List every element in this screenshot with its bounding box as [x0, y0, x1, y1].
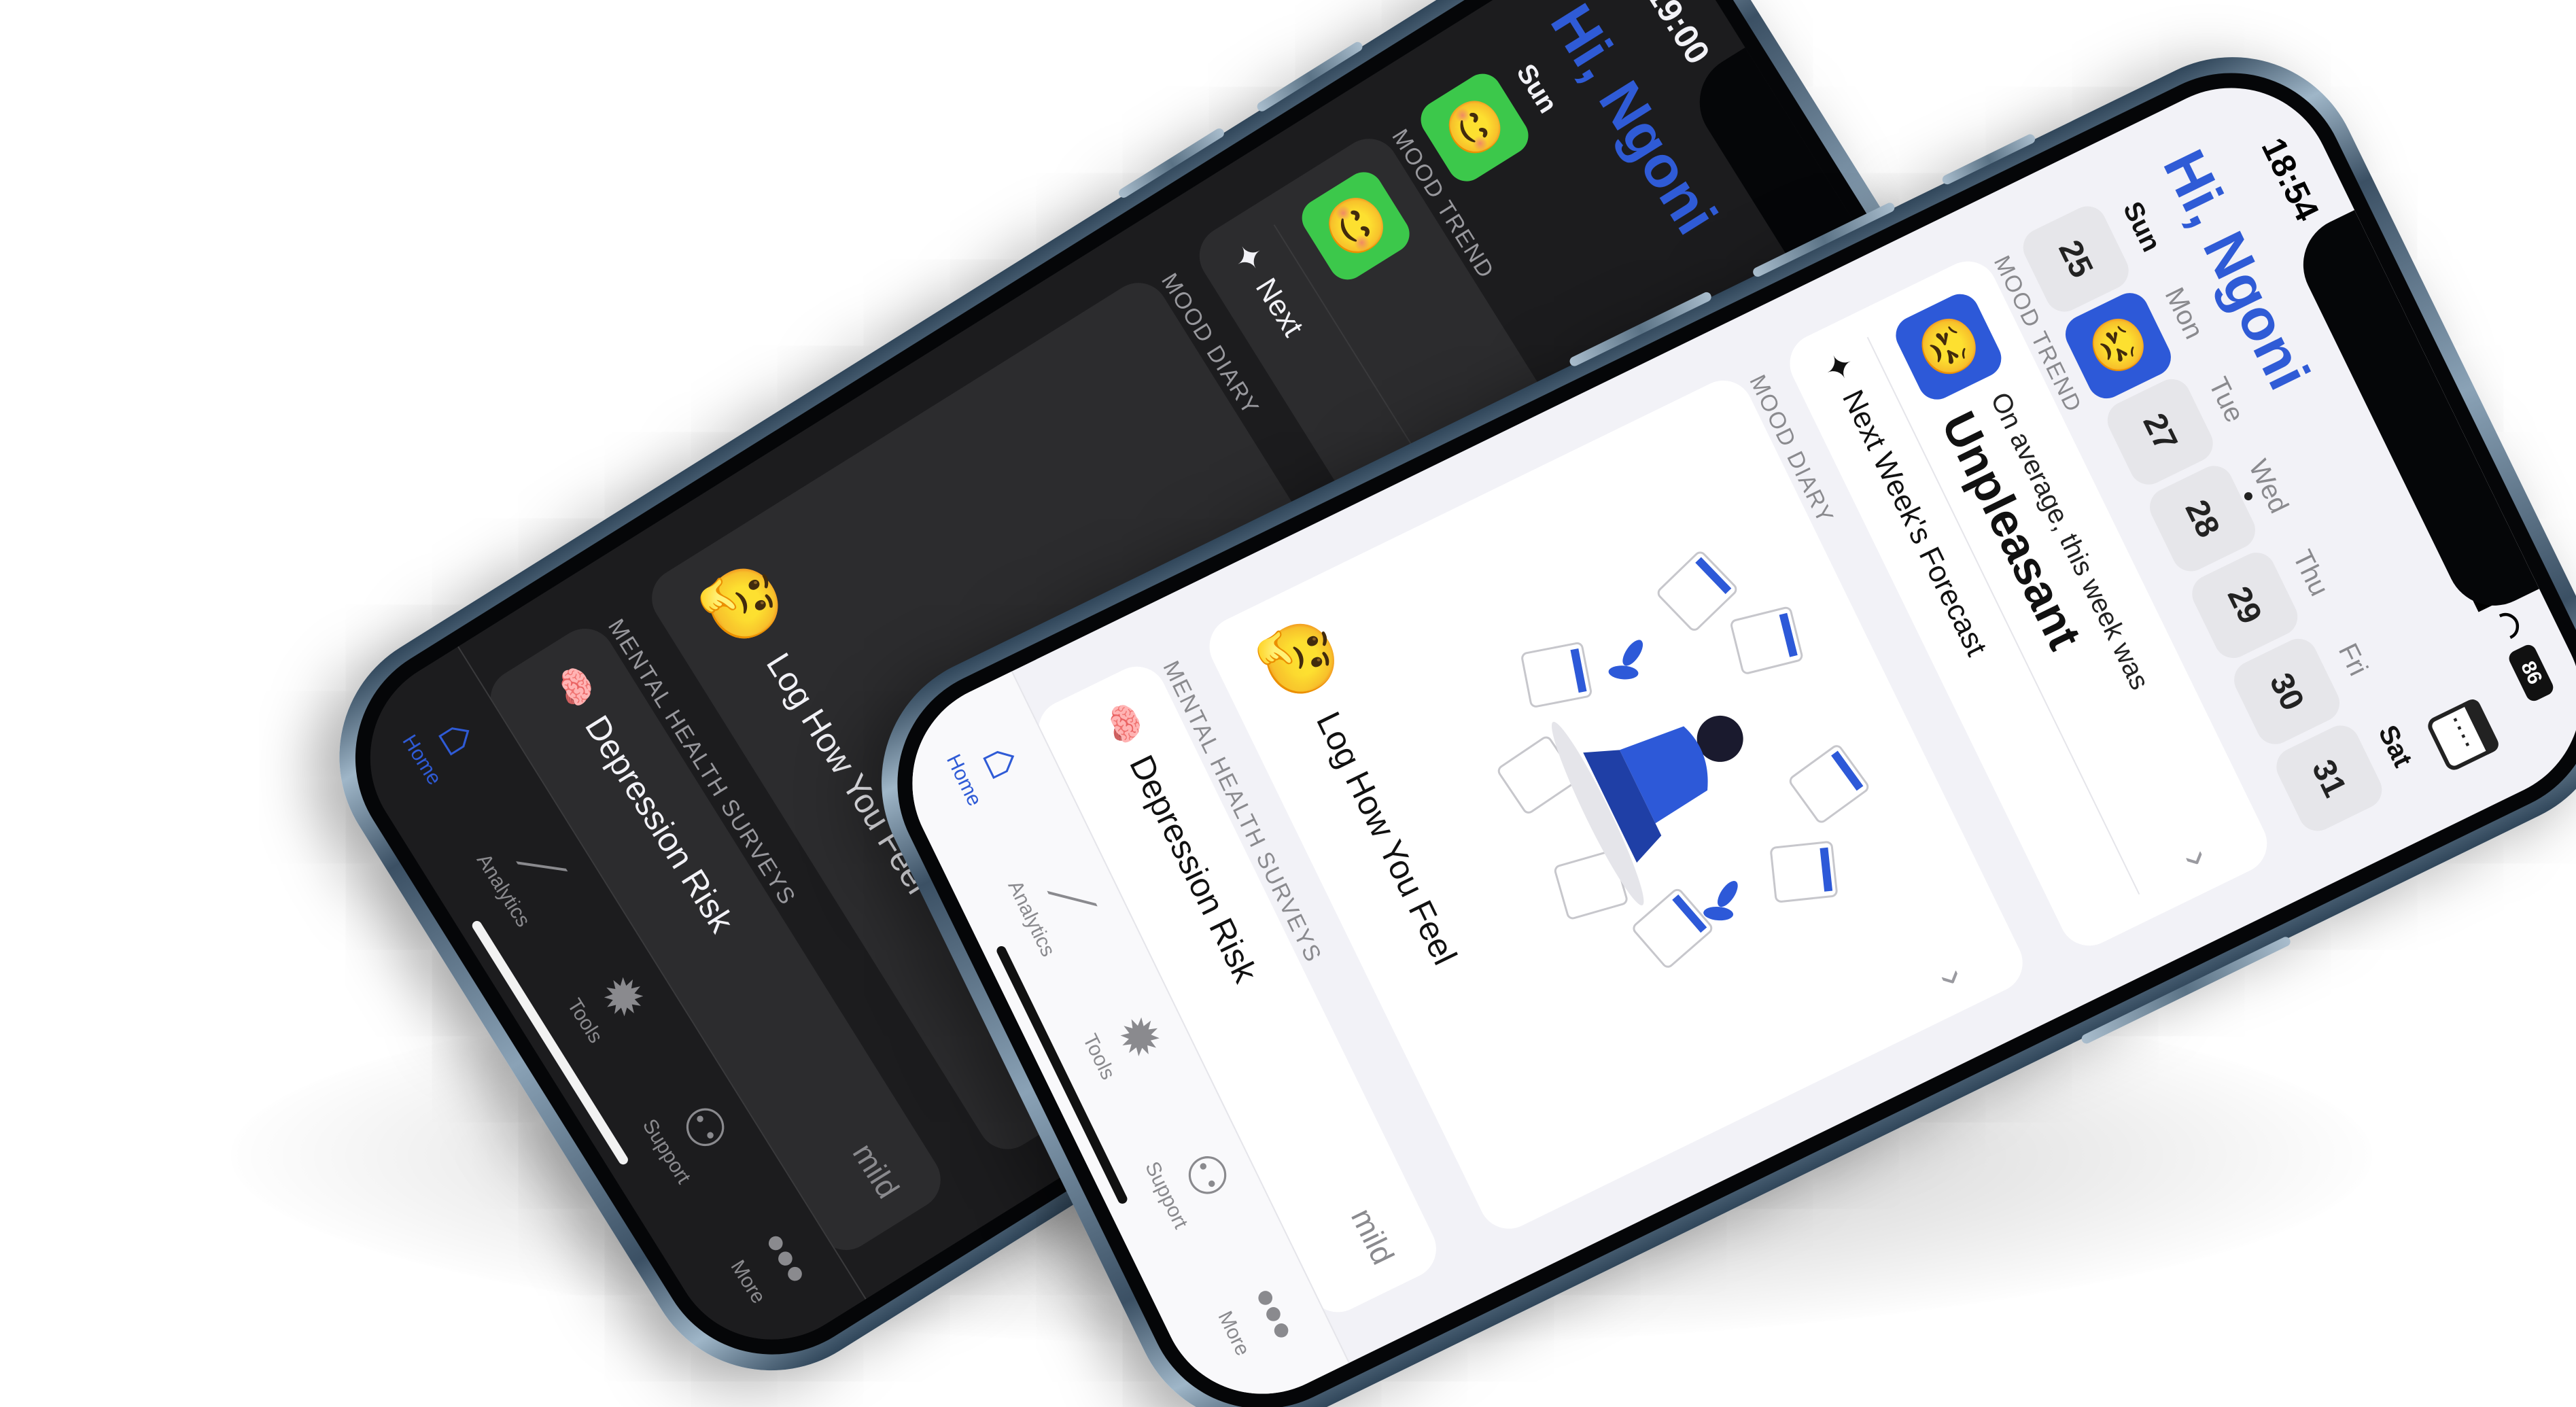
- mockup-stage: 19:00 ▂▄▆ ◠ 91 Hi, Ngoni Sun 😊 MOOD TREN…: [0, 0, 2576, 1407]
- sparkle-icon: ✦: [1224, 235, 1272, 280]
- brain-icon: 🧠: [547, 659, 602, 715]
- tab-analytics[interactable]: ⟋ Analytics: [994, 833, 1121, 979]
- tab-home[interactable]: ⌂ Home: [926, 695, 1054, 840]
- day-name: Wed: [2242, 455, 2295, 518]
- tools-icon: ✹: [1103, 1005, 1174, 1070]
- trend-emoji: 😣: [1889, 288, 2008, 406]
- wifi-icon: ◠: [2484, 604, 2532, 647]
- log-emoji: 🤔: [691, 551, 796, 659]
- tab-support[interactable]: ⚇ Support: [1129, 1110, 1256, 1255]
- analytics-icon: ⟋: [1037, 870, 1105, 928]
- home-icon: ⌂: [426, 708, 493, 765]
- sparkle-icon: ✦: [1815, 346, 1862, 389]
- analytics-icon: ⟋: [506, 836, 575, 898]
- chevron-right-icon: ›: [2174, 841, 2222, 874]
- status-time: 19:00: [1639, 0, 1718, 71]
- log-emoji: 🤔: [1249, 606, 1351, 712]
- day-name: Sun: [2117, 196, 2167, 257]
- tab-tools[interactable]: ✹ Tools: [1062, 971, 1189, 1117]
- calendar-icon[interactable]: [2424, 697, 2501, 774]
- chevron-right-icon: ›: [1930, 960, 1978, 994]
- day-name: Fri: [2332, 638, 2373, 680]
- support-icon: ⚇: [1170, 1142, 1242, 1210]
- forecast-label: Next: [1249, 272, 1310, 343]
- log-label: Log How You Feel: [1309, 706, 1465, 971]
- survey-value: mild: [846, 1136, 907, 1204]
- status-time: 18:54: [2254, 131, 2327, 227]
- forecast-row[interactable]: ✦ Next: [1224, 235, 1312, 344]
- survey-value: mild: [1344, 1202, 1402, 1270]
- day-name: Mon: [2159, 283, 2210, 344]
- day-name: Tue: [2202, 372, 2250, 428]
- day-name: Thu: [2286, 545, 2335, 601]
- day-name: Sat: [2372, 720, 2418, 772]
- trend-emoji: 😊: [1295, 164, 1417, 287]
- tools-icon: ✹: [586, 963, 659, 1032]
- battery-icon: 86: [2506, 642, 2556, 704]
- day-name: Sun: [1510, 58, 1563, 119]
- home-icon: ⌂: [971, 734, 1037, 788]
- tab-more[interactable]: ••• More: [1196, 1248, 1323, 1393]
- brain-icon: 🧠: [1097, 696, 1150, 751]
